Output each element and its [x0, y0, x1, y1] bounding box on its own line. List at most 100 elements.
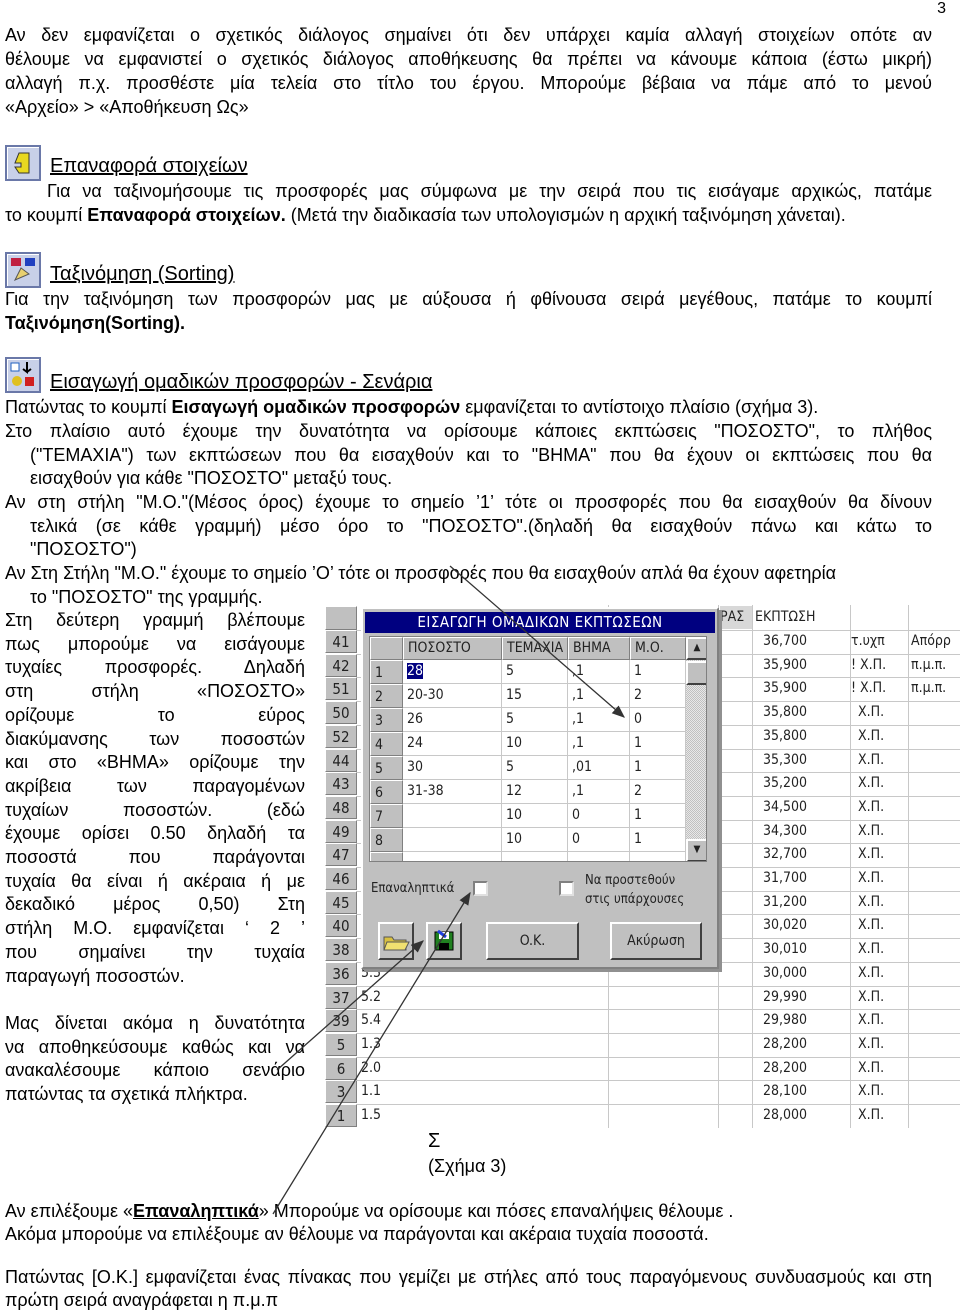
scroll-down-arrow-icon[interactable]: ▼ — [686, 839, 707, 862]
row-number: 1 — [325, 1104, 357, 1127]
side-text-line: στήλη Μ.Ο. εμφανίζεται ‘ 2 ’ — [5, 917, 305, 939]
dialog-cell[interactable]: 5 — [502, 660, 568, 684]
value-cell: 5.4 — [361, 1009, 381, 1032]
dialog-cell[interactable]: 31-38 — [403, 780, 502, 804]
side-text-line: τυχαία θα είναι ή ακέραια ή με — [5, 870, 305, 892]
dialog-cell[interactable]: ,1 — [568, 732, 630, 756]
discount-cell: 28,200 — [763, 1033, 807, 1056]
dialog-cell[interactable]: 20-30 — [403, 684, 502, 708]
dialog-cell[interactable]: 10 — [502, 732, 568, 756]
dialog-cell[interactable]: 2 — [630, 780, 686, 804]
side-text-line: παραγωγή ποσοστών. — [5, 965, 305, 987]
dialog-cell[interactable]: 5 — [502, 756, 568, 780]
figure-screenshot: 41425150524443484947464540383637395631ΡΑ… — [323, 605, 960, 1128]
dialog-cell[interactable] — [403, 828, 502, 852]
row-number: 42 — [325, 654, 357, 677]
value-cell: 1.3 — [361, 1033, 381, 1056]
dialog-cell[interactable]: ,1 — [568, 660, 630, 684]
restore-text: Για να ταξινομήσουμε τις προσφορές μας σ… — [47, 180, 932, 202]
dialog-cell[interactable] — [403, 852, 502, 862]
dialog-cell[interactable]: 0 — [568, 828, 630, 852]
restore-text: το κουμπί Επαναφορά στοιχείων. (Μετά την… — [5, 204, 846, 226]
append-checkbox[interactable] — [559, 881, 574, 896]
dialog-cell[interactable]: 28 — [403, 660, 502, 684]
discount-grid[interactable]: ΠΟΣΟΣΤΟ ΤΕΜΑΧΙΑ ΒΗΜΑ Μ.Ο. 1285,11220-301… — [369, 636, 707, 862]
dialog-cell[interactable] — [568, 852, 630, 862]
save-disk-icon — [432, 929, 456, 953]
dialog-cell[interactable]: 1 — [630, 828, 686, 852]
dialog-row-header[interactable]: 7 — [370, 804, 403, 828]
dialog-cell[interactable]: ,1 — [568, 684, 630, 708]
corner-header — [370, 637, 403, 660]
side-text-line: ακρίβεια των παραγομένων — [5, 775, 305, 797]
heading-import: Εισαγωγή ομαδικών προσφορών - Σενάρια — [50, 370, 432, 394]
dialog-cell[interactable]: 15 — [502, 684, 568, 708]
code-cell: Χ.Π. — [858, 1080, 884, 1103]
code-cell: Χ.Π. — [858, 701, 884, 724]
code-cell: τ.υχπ — [851, 630, 885, 653]
dialog-row-header[interactable]: 8 — [370, 828, 403, 852]
dialog-cell[interactable]: ,1 — [568, 708, 630, 732]
value-cell: 5.2 — [361, 986, 381, 1009]
dialog-title: ΕΙΣΑΓΩΓΗ ΟΜΑΔΙΚΩΝ ΕΚΠΤΩΣΕΩΝ — [365, 612, 715, 633]
dialog-row-header[interactable]: 4 — [370, 732, 403, 756]
dialog-cell[interactable]: 10 — [502, 828, 568, 852]
column-header-step[interactable]: ΒΗΜΑ — [568, 637, 630, 660]
dialog-cell[interactable]: 12 — [502, 780, 568, 804]
dialog-cell[interactable]: 1 — [630, 756, 686, 780]
column-header-pieces[interactable]: ΤΕΜΑΧΙΑ — [502, 637, 568, 660]
scroll-thumb[interactable] — [686, 661, 707, 685]
dialog-cell[interactable]: 26 — [403, 708, 502, 732]
after-text: Ακόμα μπορούμε να επιλέξουμε αν θέλουμε … — [5, 1223, 709, 1245]
vertical-scrollbar[interactable]: ▲ ▼ — [686, 637, 707, 862]
scroll-up-arrow-icon[interactable]: ▲ — [686, 637, 707, 660]
code-cell: Χ.Π. — [858, 891, 884, 914]
discount-cell: 28,000 — [763, 1104, 807, 1127]
dialog-cell[interactable]: 24 — [403, 732, 502, 756]
dialog-cell[interactable]: 2 — [630, 684, 686, 708]
dialog-row-header[interactable]: 5 — [370, 756, 403, 780]
dialog-cell[interactable] — [630, 852, 686, 862]
column-header-average[interactable]: Μ.Ο. — [630, 637, 686, 660]
row-number: 44 — [325, 749, 357, 772]
code-cell: Χ.Π. — [858, 986, 884, 1009]
dialog-cell[interactable]: 0 — [568, 804, 630, 828]
dialog-cell[interactable]: ,01 — [568, 756, 630, 780]
dialog-row-header[interactable]: 3 — [370, 708, 403, 732]
dialog-cell[interactable]: 0 — [630, 708, 686, 732]
row-number: 43 — [325, 772, 357, 795]
dialog-cell[interactable]: 10 — [502, 804, 568, 828]
save-scenario-button[interactable] — [426, 922, 462, 960]
side-text-line: Στη δεύτερη γραμμή βλέπουμε — [5, 609, 305, 631]
side-text-line: δεκαδικό μέρος 0,50) Στη — [5, 893, 305, 915]
row-number: 51 — [325, 677, 357, 700]
dialog-cell[interactable]: 1 — [630, 660, 686, 684]
column-header-percent[interactable]: ΠΟΣΟΣΤΟ — [403, 637, 502, 660]
side-text-line: στη στήλη «ΠΟΣΟΣΤΟ» — [5, 680, 305, 702]
dialog-row-header[interactable]: 2 — [370, 684, 403, 708]
code-cell: Χ.Π. — [858, 725, 884, 748]
side-text-line: πως μπορούμε να εισάγουμε — [5, 633, 305, 655]
dialog-cell[interactable] — [403, 804, 502, 828]
cancel-button[interactable]: Ακύρωση — [610, 922, 702, 960]
code-cell: Χ.Π. — [858, 749, 884, 772]
dialog-cell[interactable]: ,1 — [568, 780, 630, 804]
intro-line: Αν δεν εμφανίζεται ο σχετικός διάλογος σ… — [5, 24, 932, 46]
dialog-cell[interactable]: 1 — [630, 732, 686, 756]
side-text-line: έχουμε ορίσει 0.50 δηλαδή τα — [5, 822, 305, 844]
dialog-cell[interactable]: 5 — [502, 708, 568, 732]
open-scenario-button[interactable] — [378, 922, 414, 960]
dialog-cell[interactable]: 30 — [403, 756, 502, 780]
repeat-checkbox[interactable] — [473, 881, 488, 896]
code-cell: Χ.Π. — [858, 938, 884, 961]
dialog-cell[interactable] — [502, 852, 568, 862]
dialog-row-header[interactable]: 6 — [370, 780, 403, 804]
dialog-row-header[interactable]: 1 — [370, 660, 403, 684]
ok-button[interactable]: O.K. — [486, 922, 579, 960]
import-text: Πατώντας το κουμπί Εισαγωγή ομαδικών προ… — [5, 396, 818, 418]
discount-cell: 31,200 — [763, 891, 807, 914]
heading-restore: Επαναφορά στοιχείων — [50, 154, 248, 178]
row-number: 39 — [325, 1009, 357, 1032]
dialog-cell[interactable]: 1 — [630, 804, 686, 828]
dialog-row-header[interactable] — [370, 852, 403, 862]
